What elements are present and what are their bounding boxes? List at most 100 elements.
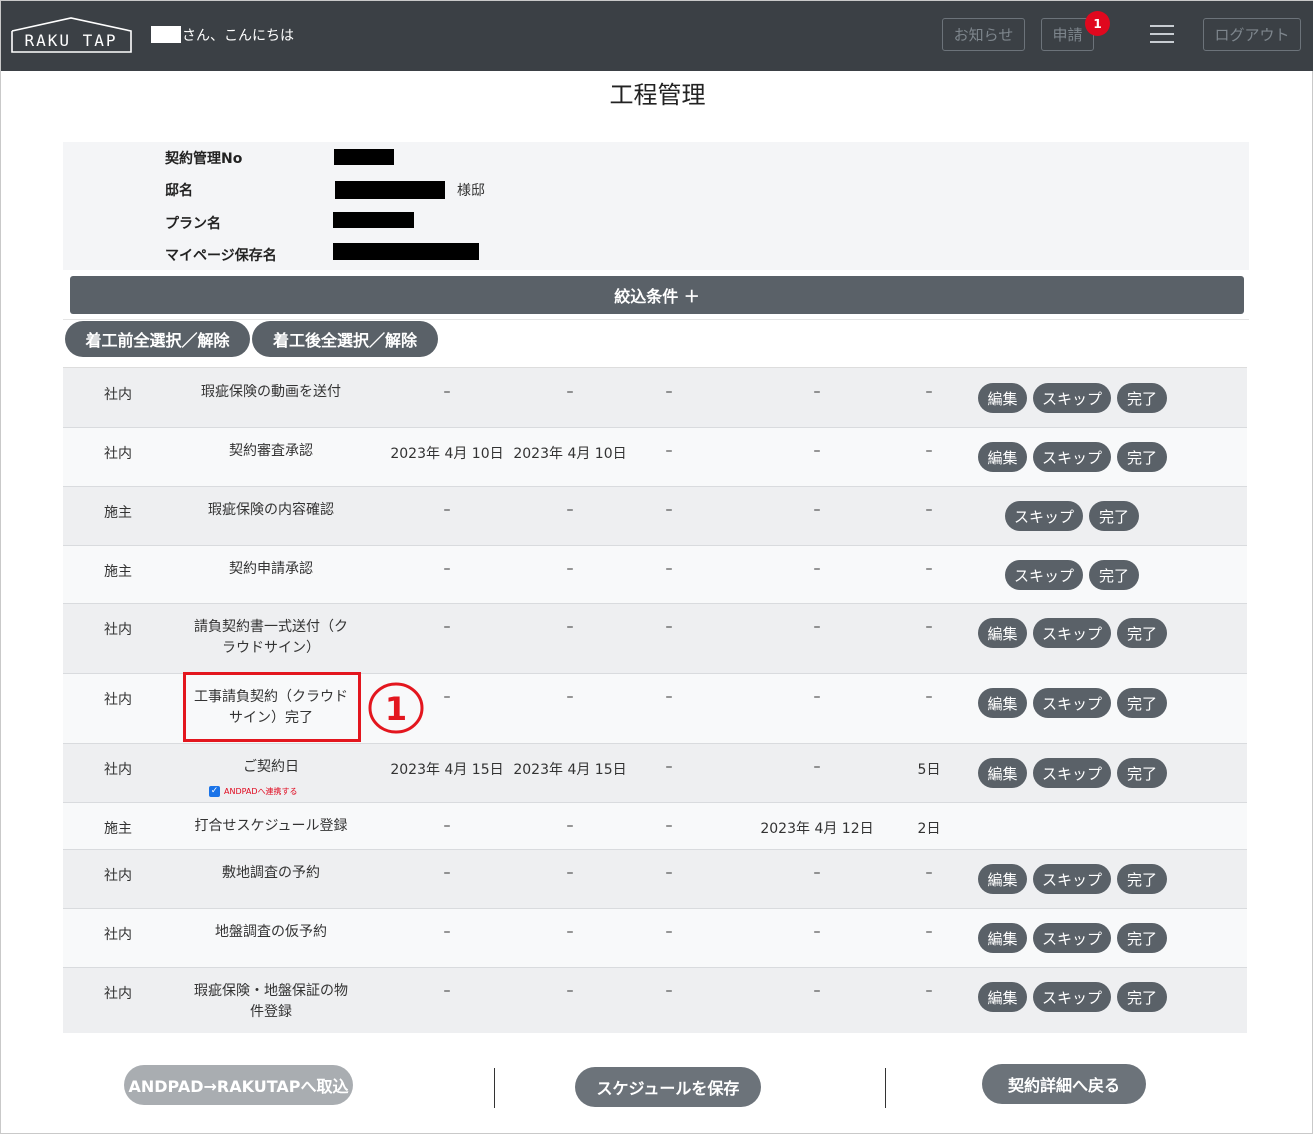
table-row: 社内 瑕疵保険・地盤保証の物件登録 – – – – – 編集 スキップ 完了 <box>63 968 1247 1033</box>
row-days: – <box>925 689 933 705</box>
complete-button[interactable]: 完了 <box>1117 688 1167 718</box>
edit-button[interactable]: 編集 <box>978 982 1027 1012</box>
complete-button[interactable]: 完了 <box>1117 383 1167 413</box>
save-schedule-button[interactable]: スケジュールを保存 <box>575 1067 761 1107</box>
complete-button[interactable]: 完了 <box>1117 442 1167 472</box>
row-date-1: – <box>443 502 451 518</box>
filter-toggle[interactable]: 絞込条件 ＋ <box>70 276 1244 314</box>
row-date-3: – <box>665 818 673 834</box>
row-date-1: – <box>443 983 451 999</box>
row-category: 施主 <box>104 564 132 580</box>
row-category: 施主 <box>104 505 132 521</box>
table-row: 施主 瑕疵保険の内容確認 – – – – – スキップ 完了 <box>63 487 1247 546</box>
checkbox-checked-icon[interactable]: ✓ <box>209 786 220 797</box>
rakutap-logo[interactable]: RAKU TAP <box>11 17 132 53</box>
select-after-button[interactable]: 着工後全選択／解除 <box>252 321 438 357</box>
row-date-1: – <box>443 924 451 940</box>
edit-button[interactable]: 編集 <box>978 864 1027 894</box>
row-date-1: – <box>443 561 451 577</box>
import-andpad-button[interactable]: ANDPAD→RAKUTAPへ取込 <box>124 1065 353 1105</box>
complete-button[interactable]: 完了 <box>1117 923 1167 953</box>
row-name: 瑕疵保険の内容確認 <box>208 502 334 518</box>
divider <box>494 1068 495 1108</box>
andpad-sync-checkbox[interactable]: ✓ ANDPADへ連携する <box>209 786 298 797</box>
apply-badge: 1 <box>1085 11 1110 36</box>
complete-button[interactable]: 完了 <box>1117 864 1167 894</box>
row-category: 社内 <box>104 692 132 708</box>
edit-button[interactable]: 編集 <box>978 758 1027 788</box>
row-date-3: – <box>665 443 673 459</box>
username-redacted <box>151 26 181 43</box>
table-row: 社内 請負契約書一式送付（クラウドサイン） – – – – – 編集 スキップ … <box>63 604 1247 674</box>
row-category: 社内 <box>104 622 132 638</box>
row-date-4: 2023年 4月 12日 <box>760 821 874 837</box>
row-category: 施主 <box>104 821 132 837</box>
row-days: – <box>925 443 933 459</box>
row-date-3: – <box>665 865 673 881</box>
svg-text:RAKU TAP: RAKU TAP <box>24 31 117 50</box>
row-date-1: – <box>443 619 451 635</box>
complete-button[interactable]: 完了 <box>1117 982 1167 1012</box>
row-days: – <box>925 619 933 635</box>
row-date-2: – <box>566 561 574 577</box>
skip-button[interactable]: スキップ <box>1033 383 1111 413</box>
select-before-button[interactable]: 着工前全選択／解除 <box>65 321 250 357</box>
table-row: 社内 ご契約日 ✓ ANDPADへ連携する 2023年 4月 15日 2023年… <box>63 744 1247 803</box>
row-date-4: – <box>813 561 821 577</box>
row-name: 瑕疵保険・地盤保証の物件登録 <box>194 983 348 1020</box>
row-date-3: – <box>665 924 673 940</box>
row-date-3: – <box>665 689 673 705</box>
skip-button[interactable]: スキップ <box>1033 618 1111 648</box>
skip-button[interactable]: スキップ <box>1033 688 1111 718</box>
row-date-3: – <box>665 983 673 999</box>
row-date-2: – <box>566 619 574 635</box>
row-date-2: – <box>566 983 574 999</box>
row-days: 2日 <box>917 821 941 837</box>
skip-button[interactable]: スキップ <box>1033 442 1111 472</box>
skip-button[interactable]: スキップ <box>1005 501 1083 531</box>
row-date-2: – <box>566 818 574 834</box>
logout-button[interactable]: ログアウト <box>1203 18 1301 51</box>
row-date-4: – <box>813 865 821 881</box>
table-row: 社内 敷地調査の予約 – – – – – 編集 スキップ 完了 <box>63 850 1247 909</box>
row-name: 打合せスケジュール登録 <box>194 818 348 834</box>
complete-button[interactable]: 完了 <box>1117 758 1167 788</box>
row-category: 社内 <box>104 986 132 1002</box>
row-date-2: – <box>566 865 574 881</box>
row-category: 社内 <box>104 762 132 778</box>
divider <box>885 1068 886 1108</box>
skip-button[interactable]: スキップ <box>1033 864 1111 894</box>
row-name: 請負契約書一式送付（クラウドサイン） <box>194 619 348 656</box>
back-to-contract-button[interactable]: 契約詳細へ戻る <box>982 1064 1146 1104</box>
edit-button[interactable]: 編集 <box>978 688 1027 718</box>
row-date-4: – <box>813 619 821 635</box>
complete-button[interactable]: 完了 <box>1089 501 1139 531</box>
row-date-2: 2023年 4月 10日 <box>513 446 627 462</box>
edit-button[interactable]: 編集 <box>978 383 1027 413</box>
row-date-4: – <box>813 983 821 999</box>
edit-button[interactable]: 編集 <box>978 923 1027 953</box>
row-date-1: – <box>443 818 451 834</box>
row-date-2: – <box>566 384 574 400</box>
row-date-4: – <box>813 689 821 705</box>
complete-button[interactable]: 完了 <box>1117 618 1167 648</box>
row-date-3: – <box>665 502 673 518</box>
skip-button[interactable]: スキップ <box>1005 560 1083 590</box>
menu-icon[interactable] <box>1150 25 1174 45</box>
skip-button[interactable]: スキップ <box>1033 758 1111 788</box>
row-name: 契約審査承認 <box>229 443 313 459</box>
row-date-3: – <box>665 561 673 577</box>
row-days: – <box>925 384 933 400</box>
edit-button[interactable]: 編集 <box>978 442 1027 472</box>
row-category: 社内 <box>104 387 132 403</box>
row-days: 5日 <box>917 762 941 778</box>
row-date-3: – <box>665 619 673 635</box>
skip-button[interactable]: スキップ <box>1033 923 1111 953</box>
skip-button[interactable]: スキップ <box>1033 982 1111 1012</box>
house-name-redacted <box>335 181 445 199</box>
edit-button[interactable]: 編集 <box>978 618 1027 648</box>
row-days: – <box>925 865 933 881</box>
notice-button[interactable]: お知らせ <box>942 18 1025 51</box>
complete-button[interactable]: 完了 <box>1089 560 1139 590</box>
row-days: – <box>925 561 933 577</box>
